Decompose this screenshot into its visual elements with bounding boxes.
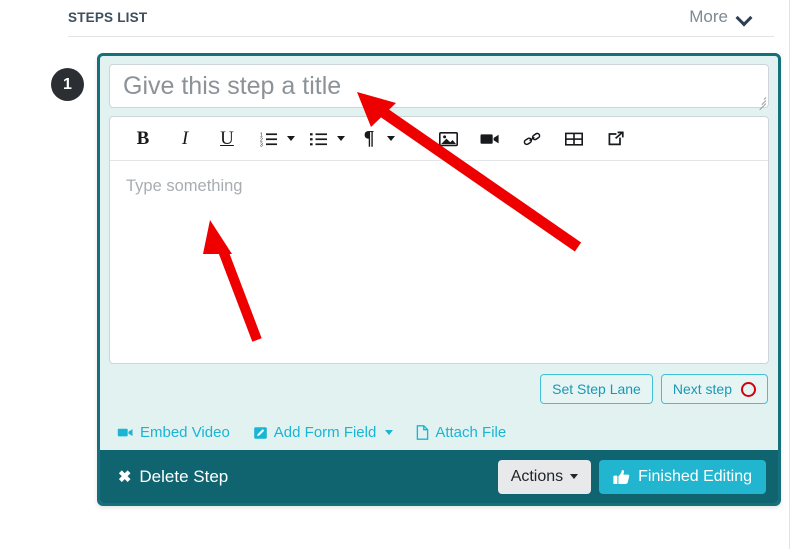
- red-ring-icon: [741, 381, 756, 397]
- step-card-body: Give this step a title B I U 1 2 3 ¶ Typ…: [100, 56, 778, 441]
- chevron-down-icon: [737, 12, 753, 22]
- add-form-field-label: Add Form Field: [273, 424, 377, 441]
- table-icon[interactable]: [563, 125, 585, 153]
- more-label: More: [689, 7, 728, 26]
- link-icon[interactable]: [521, 125, 543, 153]
- paragraph-icon[interactable]: ¶: [358, 125, 380, 153]
- page-title: STEPS LIST: [68, 10, 148, 25]
- svg-text:3: 3: [260, 142, 263, 147]
- step-card-footer: ✖ Delete Step Actions Finished Editing: [100, 450, 778, 503]
- step-title-placeholder: Give this step a title: [123, 71, 342, 100]
- page-right-divider: [789, 0, 790, 549]
- step-body-placeholder: Type something: [126, 177, 243, 195]
- add-form-field-dropdown[interactable]: Add Form Field: [253, 424, 394, 441]
- close-icon: ✖: [118, 468, 132, 486]
- header-divider: [68, 36, 774, 37]
- italic-icon[interactable]: I: [174, 125, 196, 153]
- underline-icon[interactable]: U: [216, 125, 238, 153]
- embed-video-label: Embed Video: [140, 424, 230, 441]
- step-actions-row: Set Step Lane Next step: [109, 374, 769, 404]
- rich-text-editor: B I U 1 2 3 ¶ Type something: [109, 116, 769, 364]
- textarea-resize-handle[interactable]: [756, 95, 767, 111]
- file-icon: [417, 425, 429, 440]
- bold-icon[interactable]: B: [132, 125, 154, 153]
- step-number-badge: 1: [51, 68, 84, 101]
- finished-editing-button[interactable]: Finished Editing: [599, 459, 766, 494]
- step-body-input[interactable]: Type something: [110, 161, 768, 361]
- step-card: Give this step a title B I U 1 2 3 ¶ Typ…: [97, 53, 781, 506]
- steps-list-header: STEPS LIST More: [0, 0, 781, 36]
- ordered-list-dropdown-caret[interactable]: [287, 136, 295, 141]
- delete-step-button[interactable]: ✖ Delete Step: [118, 467, 228, 487]
- unordered-list-dropdown-caret[interactable]: [337, 136, 345, 141]
- paragraph-dropdown-caret[interactable]: [387, 136, 395, 141]
- step-title-input[interactable]: Give this step a title: [109, 64, 769, 111]
- actions-dropdown-button[interactable]: Actions: [497, 459, 592, 494]
- finished-editing-label: Finished Editing: [638, 467, 752, 485]
- thumbs-up-icon: [613, 469, 630, 484]
- add-form-field-caret: [385, 430, 394, 435]
- attach-file-label: Attach File: [435, 424, 507, 441]
- video-icon: [117, 428, 133, 437]
- step-attachment-links: Embed Video Add Form Field Attach File: [109, 424, 769, 441]
- chevron-down-icon: [570, 474, 579, 479]
- external-link-icon[interactable]: [605, 125, 627, 153]
- set-step-lane-button[interactable]: Set Step Lane: [540, 374, 653, 404]
- set-step-lane-label: Set Step Lane: [552, 381, 641, 397]
- unordered-list-icon[interactable]: [308, 125, 330, 153]
- actions-label: Actions: [510, 467, 564, 485]
- more-button[interactable]: More: [689, 7, 753, 27]
- editor-toolbar: B I U 1 2 3 ¶: [110, 117, 768, 161]
- delete-step-label: Delete Step: [139, 466, 229, 486]
- embed-video-link[interactable]: Embed Video: [117, 424, 230, 441]
- attach-file-link[interactable]: Attach File: [416, 424, 506, 441]
- pencil-square-icon: [253, 426, 267, 439]
- ordered-list-icon[interactable]: 1 2 3: [258, 125, 280, 153]
- video-icon[interactable]: [479, 125, 501, 153]
- next-step-button[interactable]: Next step: [660, 374, 768, 404]
- image-icon[interactable]: [437, 125, 459, 153]
- next-step-label: Next step: [672, 381, 732, 397]
